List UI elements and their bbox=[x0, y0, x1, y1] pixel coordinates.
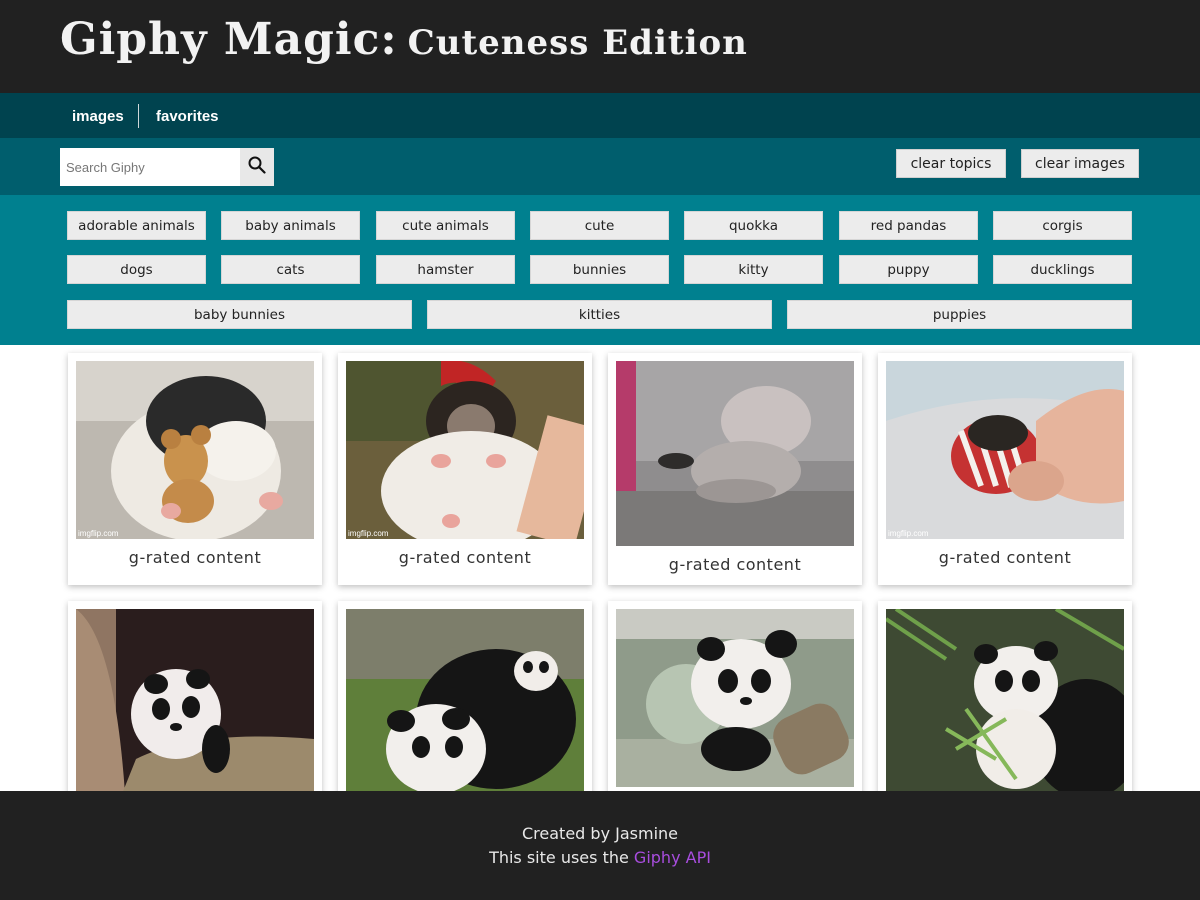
gif-watermark: imgflip.com bbox=[78, 529, 119, 538]
gif-image[interactable] bbox=[616, 361, 854, 546]
gif-image[interactable]: imgflip.com bbox=[886, 361, 1124, 539]
nav-bar: images favorites bbox=[0, 93, 1200, 138]
gif-card[interactable] bbox=[878, 601, 1132, 791]
gif-image[interactable]: imgflip.com bbox=[346, 361, 584, 539]
gif-card[interactable]: imgflip.com g-rated content bbox=[878, 353, 1132, 585]
site-title-sub: Cuteness Edition bbox=[407, 23, 748, 63]
search-button[interactable] bbox=[240, 148, 274, 186]
topic-button[interactable]: corgis bbox=[993, 211, 1132, 240]
search-bar: clear topics clear images bbox=[0, 138, 1200, 195]
topics-panel: adorable animals baby animals cute anima… bbox=[0, 195, 1200, 345]
site-title: Giphy Magic: Cuteness Edition bbox=[60, 14, 748, 65]
giphy-api-link[interactable]: Giphy API bbox=[634, 848, 711, 867]
footer-credit: Created by Jasmine bbox=[522, 824, 678, 843]
gif-caption: g-rated content bbox=[128, 548, 262, 567]
nav-item-favorites[interactable]: favorites bbox=[156, 108, 219, 125]
topic-button[interactable]: hamster bbox=[376, 255, 515, 284]
topic-button[interactable]: baby bunnies bbox=[67, 300, 412, 329]
gif-caption: g-rated content bbox=[668, 555, 802, 574]
gif-watermark: imgflip.com bbox=[348, 529, 389, 538]
topic-button[interactable]: ducklings bbox=[993, 255, 1132, 284]
topic-button[interactable]: cute animals bbox=[376, 211, 515, 240]
search-input[interactable] bbox=[60, 148, 240, 186]
gif-caption: g-rated content bbox=[398, 548, 532, 567]
topic-button[interactable]: cats bbox=[221, 255, 360, 284]
topic-button[interactable]: bunnies bbox=[530, 255, 669, 284]
footer-api-prefix: This site uses the bbox=[489, 848, 629, 867]
topic-button[interactable]: puppies bbox=[787, 300, 1132, 329]
topic-button[interactable]: baby animals bbox=[221, 211, 360, 240]
nav-item-images[interactable]: images bbox=[72, 108, 124, 125]
gif-card[interactable]: imgflip.com g-rated content bbox=[68, 353, 322, 585]
topic-button[interactable]: cute bbox=[530, 211, 669, 240]
clear-images-button[interactable]: clear images bbox=[1021, 149, 1139, 178]
gif-image[interactable] bbox=[886, 609, 1124, 791]
footer-api-note: This site uses the Giphy API bbox=[0, 848, 1200, 867]
topic-button[interactable]: dogs bbox=[67, 255, 206, 284]
topic-button[interactable]: quokka bbox=[684, 211, 823, 240]
gif-image[interactable] bbox=[346, 609, 584, 791]
topic-button[interactable]: kitty bbox=[684, 255, 823, 284]
gif-image[interactable]: imgflip.com bbox=[76, 361, 314, 539]
image-gallery: imgflip.com g-rated content imgflip.com … bbox=[0, 345, 1200, 791]
topic-button[interactable]: kitties bbox=[427, 300, 772, 329]
clear-topics-button[interactable]: clear topics bbox=[896, 149, 1006, 178]
topic-button[interactable]: red pandas bbox=[839, 211, 978, 240]
topic-button[interactable]: adorable animals bbox=[67, 211, 206, 240]
gif-card[interactable]: g-rated content bbox=[608, 353, 862, 585]
site-title-main: Giphy Magic: bbox=[60, 14, 398, 65]
gif-card[interactable] bbox=[338, 601, 592, 791]
gif-watermark: imgflip.com bbox=[888, 529, 929, 538]
gif-card[interactable]: imgflip.com g-rated content bbox=[338, 353, 592, 585]
site-footer: Created by Jasmine This site uses the Gi… bbox=[0, 791, 1200, 900]
gif-image[interactable] bbox=[616, 609, 854, 787]
gif-card[interactable] bbox=[608, 601, 862, 791]
gif-image[interactable] bbox=[76, 609, 314, 791]
site-header: Giphy Magic: Cuteness Edition bbox=[0, 0, 1200, 93]
topic-button[interactable]: puppy bbox=[839, 255, 978, 284]
gif-card[interactable] bbox=[68, 601, 322, 791]
search-icon bbox=[248, 156, 266, 178]
gif-caption: g-rated content bbox=[938, 548, 1072, 567]
nav-divider bbox=[138, 104, 139, 128]
